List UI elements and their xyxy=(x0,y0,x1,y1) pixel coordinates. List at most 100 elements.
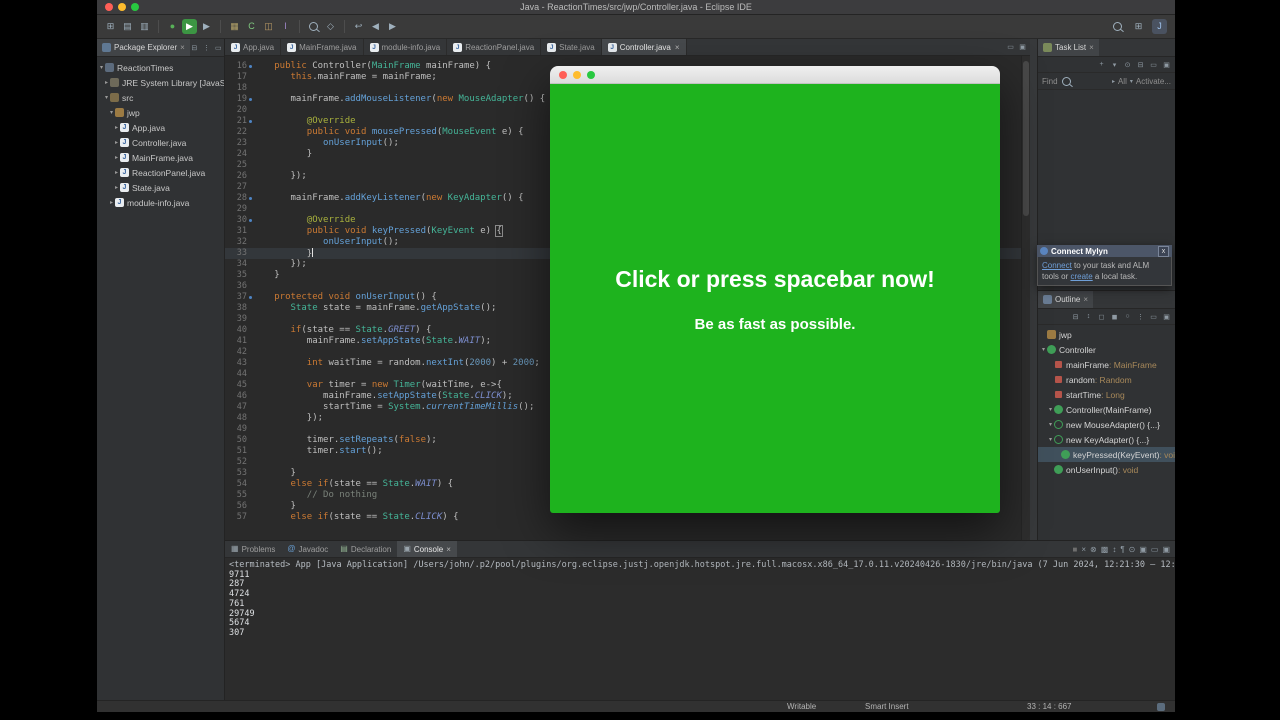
tree-item[interactable]: ▸ Jmodule-info.java xyxy=(97,195,224,210)
collapse-arrow-icon[interactable]: ▾ xyxy=(103,94,110,101)
hide-static-icon[interactable]: ◼ xyxy=(1110,313,1119,321)
filter-icon[interactable]: ⊙ xyxy=(1123,61,1132,69)
bottom-tab-console[interactable]: ▣ Console × xyxy=(397,541,457,557)
activate-link[interactable]: Activate... xyxy=(1136,77,1171,86)
new-task-icon[interactable]: + xyxy=(1097,61,1106,68)
search-icon[interactable] xyxy=(1110,19,1125,34)
collapse-all-icon[interactable]: ⊟ xyxy=(1071,313,1080,321)
expand-arrow-icon[interactable]: ▸ xyxy=(108,199,115,206)
tree-item[interactable]: ▸ J ReactionPanel.java xyxy=(97,165,224,180)
expand-arrow-icon[interactable]: ▸ xyxy=(113,169,120,176)
tree-item[interactable]: ▾ ReactionTimes xyxy=(97,60,224,75)
remove-all-launches-icon[interactable]: ⊗ xyxy=(1090,545,1097,554)
last-edit-icon[interactable]: ↩ xyxy=(351,19,366,34)
maximize-icon[interactable]: ▣ xyxy=(1162,545,1170,554)
close-icon[interactable]: x xyxy=(1158,245,1169,257)
collapse-arrow-icon[interactable]: ▾ xyxy=(98,64,105,71)
reaction-window-titlebar[interactable] xyxy=(550,66,1000,84)
maximize-icon[interactable]: ▣ xyxy=(1162,313,1171,321)
outline-item[interactable]: mainFrame : MainFrame xyxy=(1038,357,1175,372)
view-menu-icon[interactable]: ⋮ xyxy=(1136,313,1145,321)
code-line[interactable]: 57 else if(state == State.CLICK) { xyxy=(225,512,1030,523)
close-icon[interactable]: × xyxy=(1089,43,1094,52)
task-list-tab[interactable]: Task List × xyxy=(1038,39,1099,56)
maximize-icon[interactable]: ▣ xyxy=(1018,43,1027,51)
bottom-tab-declaration[interactable]: ▤ Declaration xyxy=(334,541,397,557)
open-perspective-icon[interactable]: ⊞ xyxy=(1131,19,1146,34)
tree-item[interactable]: ▸ J App.java xyxy=(97,120,224,135)
tree-item[interactable]: ▸ J Controller.java xyxy=(97,135,224,150)
save-all-icon[interactable]: ▥ xyxy=(137,19,152,34)
minimize-icon[interactable]: ▭ xyxy=(214,44,223,52)
editor-tab[interactable]: J ReactionPanel.java xyxy=(447,39,542,55)
bottom-tab-javadoc[interactable]: @ Javadoc xyxy=(281,541,334,557)
scroll-lock-icon[interactable]: ↕ xyxy=(1112,545,1116,554)
outline-item[interactable]: ▾ new MouseAdapter() {...} xyxy=(1038,417,1175,432)
open-console-icon[interactable]: ▣ xyxy=(1139,545,1147,554)
filter-all-dropdown[interactable]: All xyxy=(1118,77,1127,86)
forward-icon[interactable]: ▶ xyxy=(385,19,400,34)
close-icon[interactable]: × xyxy=(675,43,680,52)
outline-item[interactable]: keyPressed(KeyEvent) : void xyxy=(1038,447,1175,462)
expand-arrow-icon[interactable]: ▸ xyxy=(113,124,120,131)
close-icon[interactable]: × xyxy=(446,545,451,554)
back-icon[interactable]: ◀ xyxy=(368,19,383,34)
editor-scrollbar[interactable] xyxy=(1021,56,1030,540)
outline-item[interactable]: jwp xyxy=(1038,327,1175,342)
clear-console-icon[interactable]: ▩ xyxy=(1101,545,1109,554)
collapse-arrow-icon[interactable]: ▾ xyxy=(1040,346,1047,353)
new-package-icon[interactable]: ◫ xyxy=(261,19,276,34)
pin-console-icon[interactable]: ⊙ xyxy=(1129,545,1136,554)
console-view[interactable]: <terminated> App [Java Application] /Use… xyxy=(225,558,1175,639)
editor-tab[interactable]: J MainFrame.java xyxy=(281,39,364,55)
maximize-icon[interactable]: ▣ xyxy=(1162,61,1171,69)
tree-item[interactable]: ▸ JRE System Library [JavaSE-17] xyxy=(97,75,224,90)
tree-item[interactable]: ▾ jwp xyxy=(97,105,224,120)
outline-tab[interactable]: Outline × xyxy=(1038,291,1094,308)
editor-tab[interactable]: J Controller.java × xyxy=(601,39,687,55)
categorize-icon[interactable]: ▾ xyxy=(1110,61,1119,69)
collapse-all-icon[interactable]: ⊟ xyxy=(190,44,199,52)
outline-item[interactable]: random : Random xyxy=(1038,372,1175,387)
coverage-icon[interactable]: ▦ xyxy=(227,19,242,34)
outline-item[interactable]: ▾ new KeyAdapter() {...} xyxy=(1038,432,1175,447)
new-interface-icon[interactable]: I xyxy=(278,19,293,34)
close-icon[interactable]: × xyxy=(180,43,185,52)
mylyn-link[interactable]: Connect xyxy=(1042,261,1072,270)
scrollbar-thumb[interactable] xyxy=(1023,61,1029,216)
status-icon[interactable] xyxy=(1157,703,1165,711)
titlebar[interactable]: Java - ReactionTimes/src/jwp/Controller.… xyxy=(97,0,1175,15)
expand-arrow-icon[interactable]: ▸ xyxy=(113,184,120,191)
bottom-tab-problems[interactable]: ▦ Problems xyxy=(225,541,281,557)
collapse-arrow-icon[interactable]: ▾ xyxy=(1047,436,1054,443)
minimize-icon[interactable]: ▭ xyxy=(1149,61,1158,69)
panel-sash[interactable] xyxy=(1030,39,1037,540)
expand-arrow-icon[interactable]: ▸ xyxy=(113,139,120,146)
minimize-icon[interactable]: ▭ xyxy=(1006,43,1015,51)
reaction-app-window[interactable]: Click or press spacebar now! Be as fast … xyxy=(550,66,1000,513)
minimize-button[interactable] xyxy=(573,71,581,79)
insert-mode-status[interactable]: Smart Insert xyxy=(865,701,909,712)
java-perspective-icon[interactable]: J xyxy=(1152,19,1167,34)
editor-tab[interactable]: J App.java xyxy=(225,39,282,55)
hide-fields-icon[interactable]: ◻ xyxy=(1097,313,1106,321)
zoom-button[interactable] xyxy=(587,71,595,79)
collapse-all-icon[interactable]: ⊟ xyxy=(1136,61,1145,69)
expand-arrow-icon[interactable]: ▸ xyxy=(113,154,120,161)
collapse-arrow-icon[interactable]: ▾ xyxy=(108,109,115,116)
save-icon[interactable]: ▤ xyxy=(120,19,135,34)
open-type-icon[interactable]: ◇ xyxy=(323,19,338,34)
sort-icon[interactable]: ↕ xyxy=(1084,313,1093,320)
collapse-arrow-icon[interactable]: ▾ xyxy=(1047,421,1054,428)
terminate-icon[interactable]: ■ xyxy=(1073,545,1078,554)
tree-item[interactable]: ▸ J State.java xyxy=(97,180,224,195)
close-icon[interactable]: × xyxy=(1083,295,1088,304)
remove-launch-icon[interactable]: × xyxy=(1081,545,1086,554)
new-class-icon[interactable]: C xyxy=(244,19,259,34)
hide-non-public-icon[interactable]: ○ xyxy=(1123,313,1132,320)
outline-item[interactable]: ▾ Controller(MainFrame) xyxy=(1038,402,1175,417)
collapse-arrow-icon[interactable]: ▾ xyxy=(1047,406,1054,413)
view-menu-icon[interactable]: ⋮ xyxy=(202,44,211,52)
outline-item[interactable]: ▾ Controller xyxy=(1038,342,1175,357)
editor-tab[interactable]: Jmodule-info.java xyxy=(364,39,448,55)
